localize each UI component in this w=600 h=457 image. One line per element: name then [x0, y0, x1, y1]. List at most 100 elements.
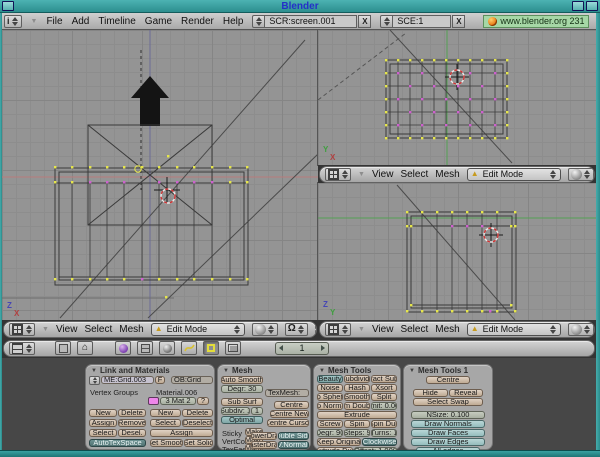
limit-field[interactable]: Limit: 0.001	[371, 402, 397, 410]
flip-normals-button[interactable]: Flip Normals	[317, 402, 343, 410]
keep-original-toggle[interactable]: Keep Original	[317, 438, 361, 446]
panel-collapse-icon[interactable]: ▼	[223, 368, 229, 374]
centre-cursor-button[interactable]: Centre Cursor	[267, 419, 309, 427]
viewport-top[interactable]: Y X	[318, 30, 596, 165]
double-sided-toggle[interactable]: Double Sided	[278, 432, 309, 440]
editing-context-button[interactable]	[203, 341, 219, 355]
draw-type-button[interactable]	[568, 323, 594, 336]
collapse-triangle-icon[interactable]: ▼	[358, 171, 365, 178]
screw-button[interactable]: Screw	[317, 420, 343, 428]
panel-collapse-icon[interactable]: ▼	[319, 368, 325, 374]
window-border-right[interactable]	[596, 13, 600, 450]
draw-faces-toggle[interactable]: Draw Faces	[411, 429, 485, 437]
mode-dropdown[interactable]: ▲ Edit Mode	[467, 323, 561, 336]
select-swap-button[interactable]: Select Swap	[413, 398, 483, 406]
rem-doubles-button[interactable]: Rem Doubles	[344, 402, 370, 410]
vgroup-remove-button[interactable]: Remove	[118, 419, 146, 427]
panel-header[interactable]: ▼Mesh Tools	[319, 366, 371, 375]
viewport-side[interactable]: Z Y	[318, 183, 596, 320]
panel-collapse-icon[interactable]: ▼	[91, 368, 97, 374]
vgroup-deselect-button[interactable]: Desel.	[118, 429, 146, 437]
fake-user-button[interactable]: F	[155, 376, 165, 384]
menu-view[interactable]: View	[56, 324, 78, 335]
spin-dup-button[interactable]: Spin Dup	[371, 420, 397, 428]
window-border-left[interactable]	[0, 13, 2, 450]
draw-edges-toggle[interactable]: Draw Edges	[411, 438, 485, 446]
material-new-button[interactable]: New	[150, 409, 181, 417]
menu-file[interactable]: File	[46, 16, 62, 27]
layer-buttons[interactable]	[315, 322, 317, 337]
menu-mesh[interactable]: Mesh	[119, 324, 143, 335]
xsort-button[interactable]: Xsort	[371, 384, 397, 392]
hash-button[interactable]: Hash	[344, 384, 370, 392]
collapse-triangle-icon[interactable]: ▼	[31, 18, 38, 25]
screen-browser[interactable]: SCR:screen.001 X	[252, 15, 371, 28]
mesh-datablock-field[interactable]: ME:Grid.003	[101, 376, 154, 384]
material-index-field[interactable]: 3 Mat 2	[160, 397, 196, 405]
world-context-button[interactable]	[181, 341, 197, 355]
panel-collapse-icon[interactable]: ▼	[409, 368, 415, 374]
slowerdraw-button[interactable]: SlowerDraw	[251, 432, 277, 440]
material-assign-button[interactable]: Assign	[150, 429, 213, 437]
menu-render[interactable]: Render	[181, 16, 214, 27]
screen-browse-button[interactable]	[252, 15, 265, 28]
vgroup-assign-button[interactable]: Assign	[89, 419, 117, 427]
viewport-front[interactable]: Z X	[2, 30, 318, 320]
clockwise-toggle[interactable]: Clockwise	[362, 438, 397, 446]
window-type-button[interactable]	[9, 342, 35, 355]
script-context-button[interactable]	[137, 341, 153, 355]
panel-header[interactable]: ▼Link and Materials	[91, 366, 170, 375]
subdiv-render-field[interactable]: 1	[251, 407, 263, 415]
fract-subd-button[interactable]: Fract Subd	[371, 375, 397, 383]
auto-smooth-toggle[interactable]: Auto Smooth	[221, 376, 263, 384]
split-button[interactable]: Split	[371, 393, 397, 401]
screen-delete-button[interactable]: X	[358, 15, 371, 28]
frame-decrement-icon[interactable]	[279, 345, 283, 351]
set-solid-button[interactable]: Set Solid	[184, 439, 213, 447]
scene-delete-button[interactable]: X	[452, 15, 465, 28]
window-titlebar[interactable]: Blender	[0, 0, 600, 13]
beauty-toggle[interactable]: Beauty	[317, 375, 343, 383]
panel-header[interactable]: ▼Mesh Tools 1	[409, 366, 468, 375]
menu-timeline[interactable]: Timeline	[98, 16, 135, 27]
frame-increment-icon[interactable]	[321, 345, 325, 351]
menu-select[interactable]: Select	[84, 324, 112, 335]
mode-dropdown[interactable]: ▲ Edit Mode	[467, 168, 561, 181]
optimal-toggle[interactable]: Optimal	[221, 416, 263, 424]
pivot-button[interactable]: Ω	[285, 323, 308, 336]
logic-context-button[interactable]	[115, 341, 131, 355]
viewport-type-button[interactable]	[9, 323, 35, 336]
mesh-browse-button[interactable]	[89, 376, 100, 385]
steps-field[interactable]: Steps: 9	[344, 429, 370, 437]
degr-field[interactable]: Degr: 30	[221, 385, 263, 393]
vgroup-new-button[interactable]: New	[89, 409, 117, 417]
draw-normals-toggle[interactable]: Draw Normals	[411, 420, 485, 428]
window-menu-button[interactable]	[2, 1, 14, 11]
scene-browse-button[interactable]	[380, 15, 393, 28]
viewport-type-button[interactable]	[325, 323, 351, 336]
noise-button[interactable]: Noise	[317, 384, 343, 392]
material-select-button[interactable]: Select	[150, 419, 181, 427]
screen-name-field[interactable]: SCR:screen.001	[265, 15, 357, 28]
spin-button[interactable]: Spin	[344, 420, 370, 428]
frame-number-field[interactable]: 1	[275, 342, 329, 355]
menu-game[interactable]: Game	[145, 16, 172, 27]
extrude-button[interactable]: Extrude	[317, 411, 397, 419]
maximize-button[interactable]	[572, 1, 584, 11]
material-deselect-button[interactable]: Deselect	[182, 419, 213, 427]
shading-context-button[interactable]	[159, 341, 175, 355]
subdivide-button[interactable]: Subdivide	[344, 375, 370, 383]
menu-select[interactable]: Select	[400, 169, 428, 180]
panel-header[interactable]: ▼Mesh	[223, 366, 252, 375]
reveal-button[interactable]: Reveal	[449, 389, 484, 397]
menu-select[interactable]: Select	[400, 324, 428, 335]
set-smooth-button[interactable]: Set Smooth	[150, 439, 183, 447]
object-name-field[interactable]: OB:Grid	[171, 376, 213, 384]
subsurf-toggle[interactable]: Sub Surf	[221, 398, 263, 406]
no-vnormal-flip-toggle[interactable]: No V.Normal Flip	[278, 441, 309, 449]
menu-help[interactable]: Help	[223, 16, 244, 27]
window-border-bottom[interactable]	[0, 450, 600, 457]
centre-button[interactable]: Centre	[274, 401, 309, 409]
mode-dropdown[interactable]: ▲ Edit Mode	[151, 323, 245, 336]
collapse-triangle-icon[interactable]: ▼	[358, 326, 365, 333]
